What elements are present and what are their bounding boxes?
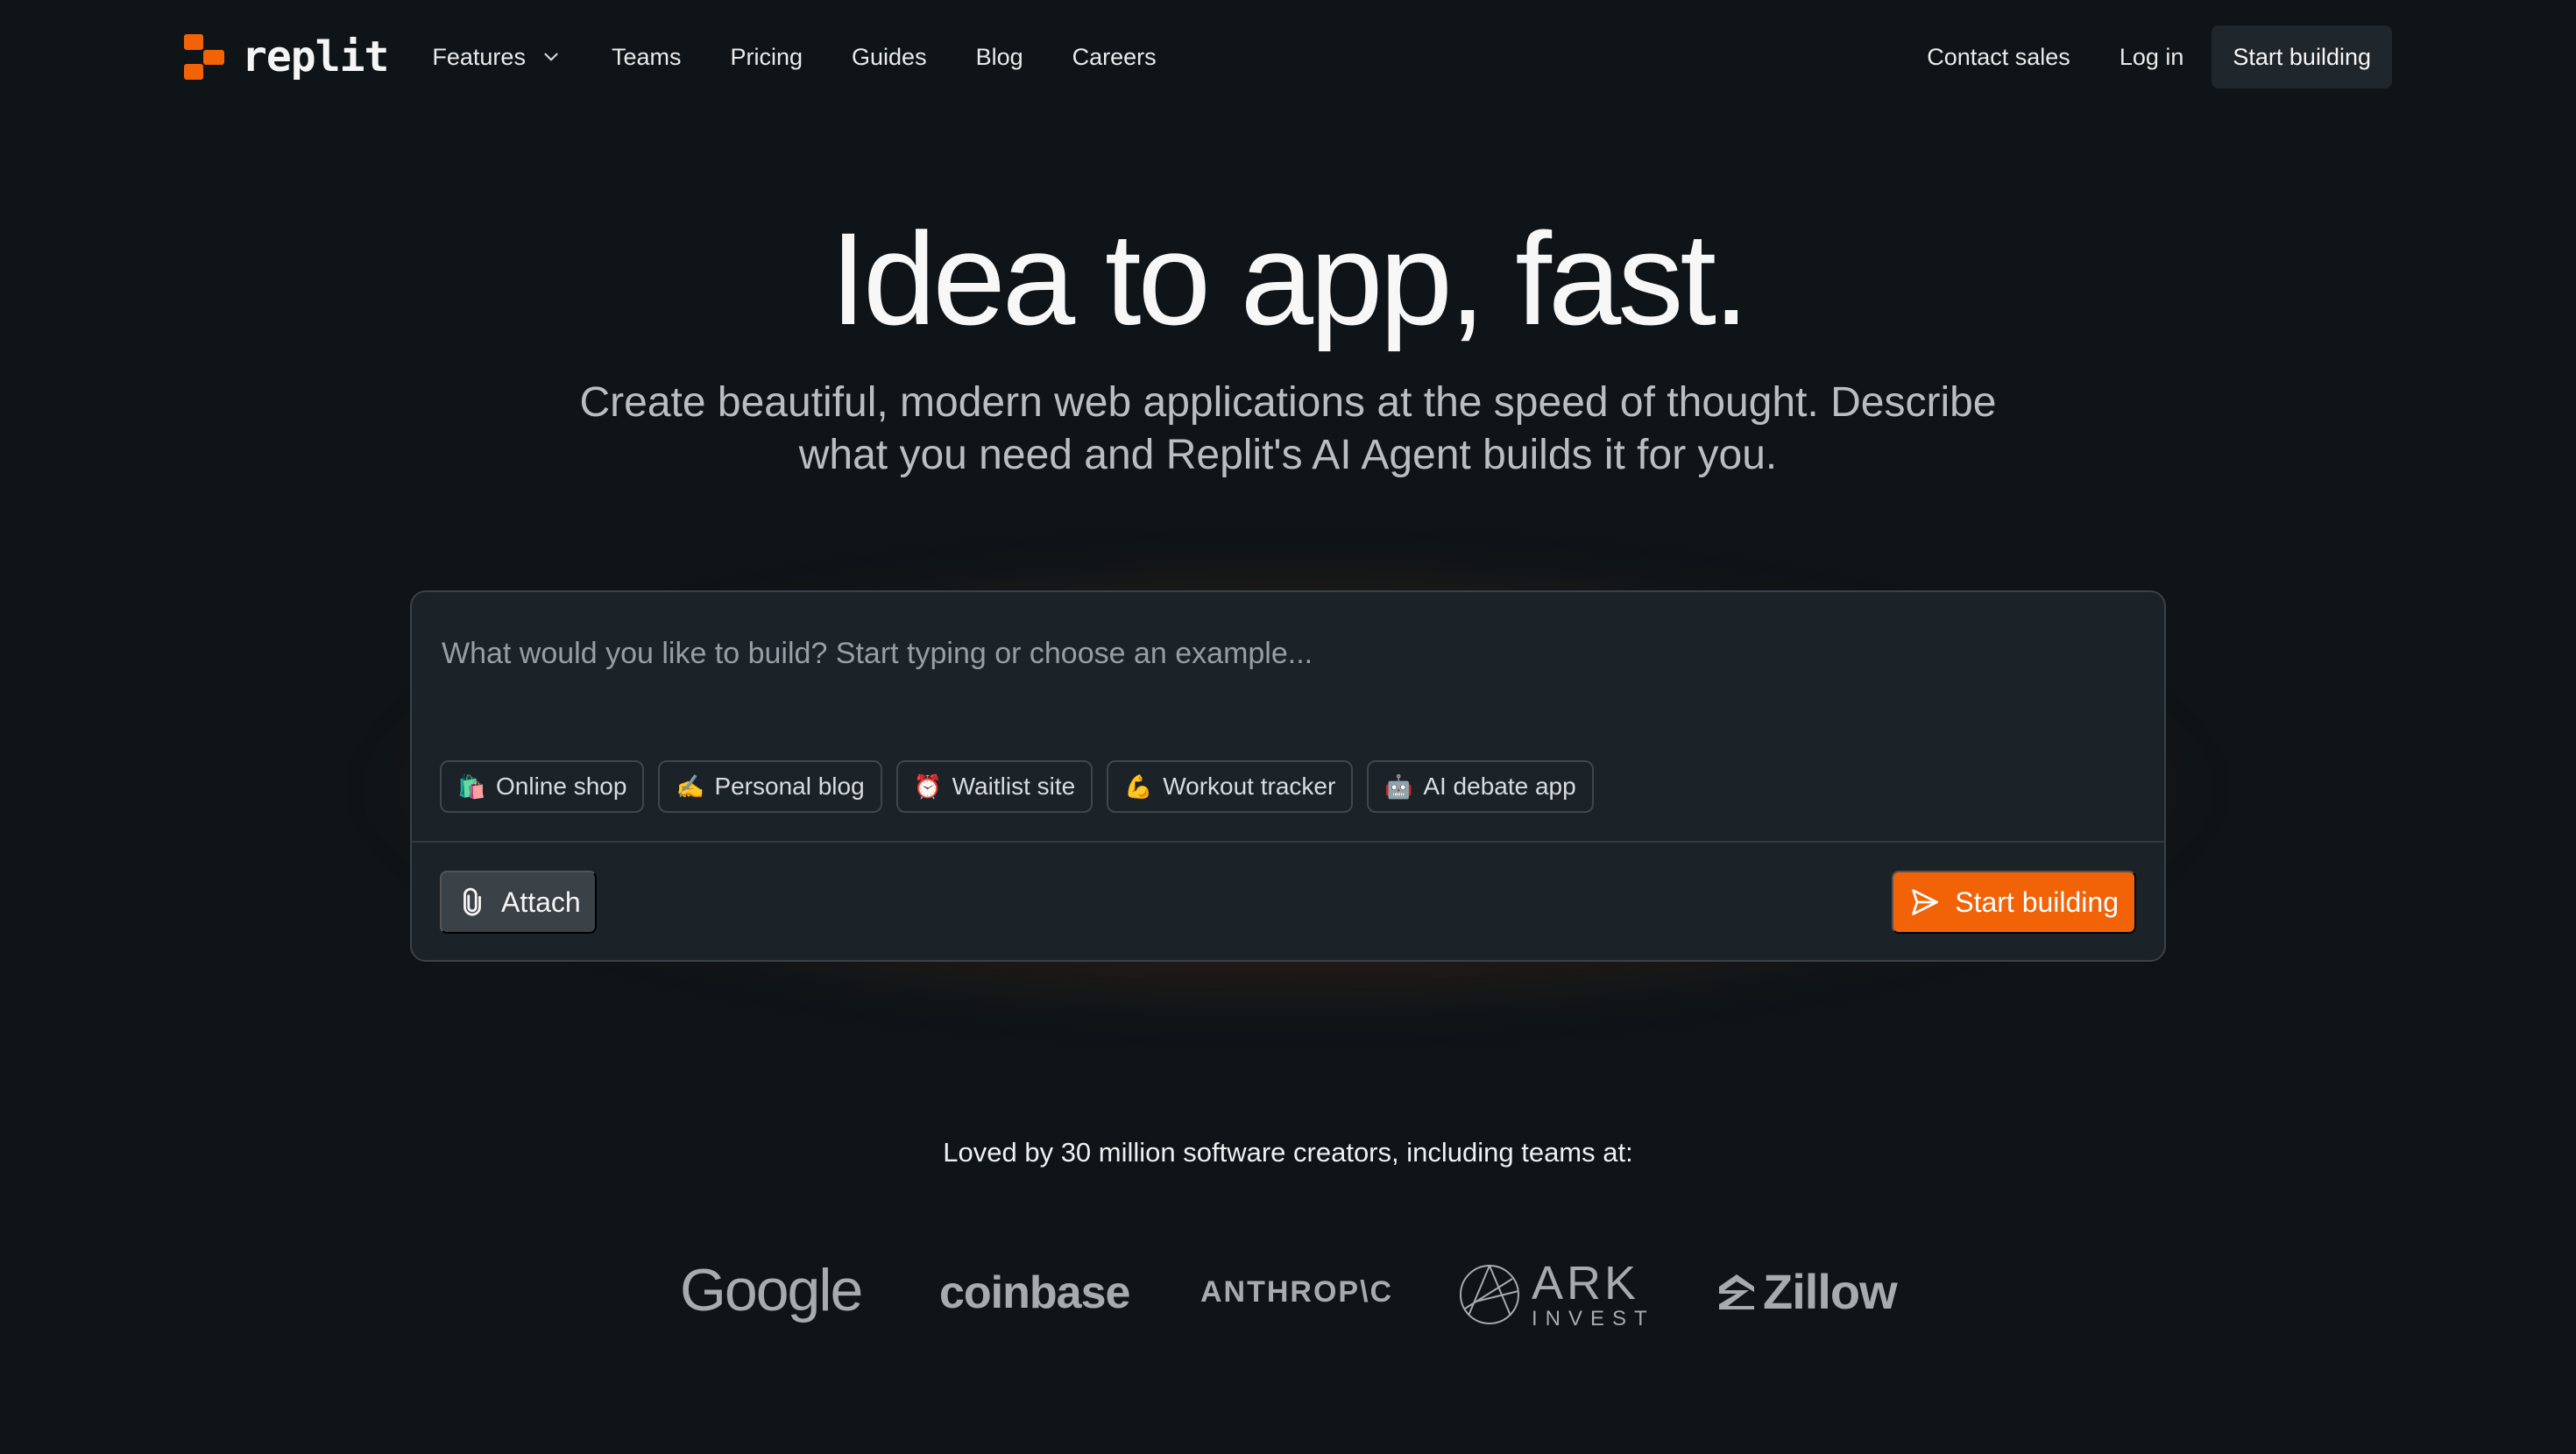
replit-logo-icon: [184, 34, 224, 80]
example-chip-ai-debate-app[interactable]: 🤖 AI debate app: [1367, 760, 1594, 813]
nav-teams[interactable]: Teams: [612, 44, 682, 71]
nav-careers[interactable]: Careers: [1072, 44, 1157, 71]
ark-invest-logo: ARK INVEST: [1458, 1260, 1655, 1330]
contact-sales-link[interactable]: Contact sales: [1927, 44, 2070, 71]
example-chip-online-shop[interactable]: 🛍️ Online shop: [440, 760, 645, 813]
flexed-biceps-icon: 💪: [1124, 773, 1153, 800]
send-icon: [1912, 889, 1939, 915]
nav-features-label: Features: [432, 43, 526, 70]
ark-sub-text: INVEST: [1532, 1307, 1655, 1330]
nav-pricing[interactable]: Pricing: [730, 44, 803, 71]
chip-label: Online shop: [496, 773, 627, 800]
ark-main-text: ARK: [1532, 1257, 1640, 1309]
coinbase-logo: coinbase: [939, 1267, 1130, 1318]
nav-guides[interactable]: Guides: [852, 44, 927, 71]
social-proof-headline: Loved by 30 million software creators, i…: [943, 1137, 1633, 1168]
hero-subtitle-line-1: Create beautiful, modern web application…: [579, 379, 1997, 426]
example-chip-waitlist-site[interactable]: ⏰ Waitlist site: [895, 760, 1093, 813]
replit-logo[interactable]: replit: [184, 32, 389, 81]
zillow-wordmark: Zillow: [1763, 1264, 1898, 1319]
paperclip-icon: [464, 887, 481, 916]
example-chip-personal-blog[interactable]: ✍️ Personal blog: [658, 760, 882, 813]
chevron-down-icon: [544, 53, 558, 61]
zillow-logo: Zillow: [1717, 1263, 1898, 1320]
example-chip-workout-tracker[interactable]: 💪 Workout tracker: [1107, 760, 1354, 813]
hero-title: Idea to app, fast.: [830, 205, 1749, 352]
google-logo: Google: [680, 1257, 863, 1323]
zillow-house-icon: [1719, 1274, 1754, 1309]
hero-subtitle: Create beautiful, modern web application…: [491, 377, 2085, 482]
chip-label: Waitlist site: [952, 773, 1076, 800]
nav-features[interactable]: Features: [432, 44, 563, 71]
shopping-bags-icon: 🛍️: [457, 773, 486, 800]
example-chips: 🛍️ Online shop ✍️ Personal blog ⏰ Waitli…: [440, 760, 1594, 813]
anthropic-logo: ANTHROP\C: [1200, 1275, 1394, 1309]
nav-start-building-button[interactable]: Start building: [2212, 25, 2392, 88]
login-link[interactable]: Log in: [2120, 44, 2184, 71]
top-navigation: replit Features Teams Pricing Guides Blo…: [0, 0, 2576, 114]
ark-wordmark: ARK INVEST: [1532, 1260, 1655, 1330]
chip-label: Workout tracker: [1163, 773, 1336, 800]
alarm-clock-icon: ⏰: [913, 773, 943, 800]
prompt-input[interactable]: [442, 618, 2133, 688]
chip-label: Personal blog: [714, 773, 865, 800]
nav-blog[interactable]: Blog: [976, 44, 1023, 71]
robot-icon: 🤖: [1384, 773, 1413, 800]
attach-label: Attach: [501, 886, 581, 918]
chip-label: AI debate app: [1423, 773, 1576, 800]
prompt-box: 🛍️ Online shop ✍️ Personal blog ⏰ Waitli…: [410, 590, 2166, 962]
start-building-label: Start building: [1955, 886, 2119, 918]
prompt-divider: [412, 841, 2164, 843]
writing-hand-icon: ✍️: [676, 773, 704, 800]
page: replit Features Teams Pricing Guides Blo…: [0, 0, 2576, 1454]
attach-button[interactable]: Attach: [440, 871, 597, 934]
logo-wordmark: replit: [242, 32, 389, 81]
nav-links: Features Teams Pricing Guides Blog Caree…: [432, 44, 1156, 71]
hero-subtitle-line-2: what you need and Replit's AI Agent buil…: [798, 432, 1778, 478]
customer-logos: Google coinbase ANTHROP\C ARK INVEST Zil…: [0, 1244, 2576, 1331]
ark-emblem-icon: [1460, 1265, 1519, 1324]
start-building-button[interactable]: Start building: [1892, 871, 2136, 934]
nav-actions: Contact sales Log in Start building: [1927, 25, 2392, 88]
